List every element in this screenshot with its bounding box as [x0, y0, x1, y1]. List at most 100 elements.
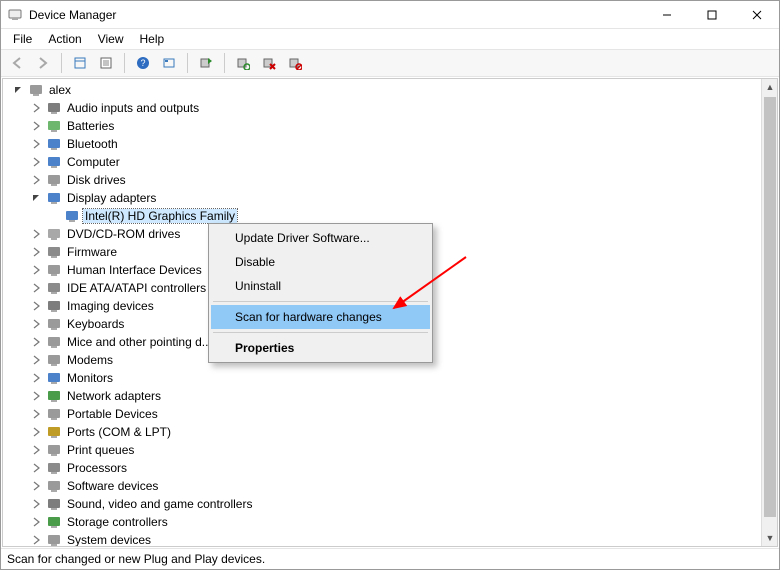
expand-icon[interactable]: [29, 263, 43, 277]
bluetooth-icon: [46, 136, 62, 152]
tree-node-label: Print queues: [65, 443, 136, 457]
context-menu: Update Driver Software...DisableUninstal…: [208, 223, 433, 363]
tree-node-label: Keyboards: [65, 317, 126, 331]
tree-node-label: Processors: [65, 461, 129, 475]
portable-icon: [46, 406, 62, 422]
scroll-thumb[interactable]: [764, 97, 776, 517]
properties-sheet-icon[interactable]: [94, 51, 118, 75]
maximize-button[interactable]: [689, 1, 734, 29]
tree-node[interactable]: Bluetooth: [3, 135, 761, 153]
expand-icon[interactable]: [29, 425, 43, 439]
expand-icon[interactable]: [29, 227, 43, 241]
tree-node-label: Mice and other pointing d...: [65, 335, 214, 349]
tree-node[interactable]: Ports (COM & LPT): [3, 423, 761, 441]
expand-icon[interactable]: [29, 317, 43, 331]
show-hidden-icon[interactable]: [68, 51, 92, 75]
expand-icon: [47, 209, 61, 223]
toolbar-separator: [224, 53, 225, 73]
tree-node[interactable]: System devices: [3, 531, 761, 546]
tree-node[interactable]: Audio inputs and outputs: [3, 99, 761, 117]
collapse-icon[interactable]: [29, 191, 43, 205]
tree-node-label: Imaging devices: [65, 299, 156, 313]
tree-node[interactable]: Storage controllers: [3, 513, 761, 531]
tree-node[interactable]: Network adapters: [3, 387, 761, 405]
collapse-icon[interactable]: [11, 83, 25, 97]
disk-icon: [46, 172, 62, 188]
expand-icon[interactable]: [29, 335, 43, 349]
tree-node-label: Software devices: [65, 479, 160, 493]
device-manager-icon: [7, 7, 23, 23]
context-menu-item[interactable]: Uninstall: [211, 274, 430, 298]
tree-node[interactable]: Display adapters: [3, 189, 761, 207]
tree-node-label: System devices: [65, 533, 153, 546]
expand-icon[interactable]: [29, 119, 43, 133]
scroll-up-button[interactable]: ▲: [763, 79, 777, 95]
expand-icon[interactable]: [29, 173, 43, 187]
menu-view[interactable]: View: [90, 30, 132, 48]
expand-icon[interactable]: [29, 353, 43, 367]
titlebar: Device Manager: [1, 1, 779, 29]
tree-node[interactable]: Computer: [3, 153, 761, 171]
expand-icon[interactable]: [29, 407, 43, 421]
window-title: Device Manager: [29, 8, 644, 22]
system-icon: [46, 532, 62, 546]
mouse-icon: [46, 334, 62, 350]
expand-icon[interactable]: [29, 479, 43, 493]
tree-node[interactable]: Batteries: [3, 117, 761, 135]
expand-icon[interactable]: [29, 281, 43, 295]
help-icon[interactable]: ?: [131, 51, 155, 75]
tree-node[interactable]: Software devices: [3, 477, 761, 495]
keyboard-icon: [46, 316, 62, 332]
tree-node[interactable]: alex: [3, 81, 761, 99]
expand-icon[interactable]: [29, 371, 43, 385]
context-menu-item[interactable]: Update Driver Software...: [211, 226, 430, 250]
menubar: File Action View Help: [1, 29, 779, 49]
tree-node[interactable]: Sound, video and game controllers: [3, 495, 761, 513]
battery-icon: [46, 118, 62, 134]
expand-icon[interactable]: [29, 245, 43, 259]
expand-icon[interactable]: [29, 155, 43, 169]
tree-node[interactable]: Processors: [3, 459, 761, 477]
vertical-scrollbar[interactable]: ▲ ▼: [761, 79, 777, 546]
expand-icon[interactable]: [29, 443, 43, 457]
tree-node-label: Ports (COM & LPT): [65, 425, 173, 439]
sound-icon: [46, 496, 62, 512]
close-button[interactable]: [734, 1, 779, 29]
expand-icon[interactable]: [29, 461, 43, 475]
tree-node[interactable]: Monitors: [3, 369, 761, 387]
imaging-icon: [46, 298, 62, 314]
tree-node[interactable]: Print queues: [3, 441, 761, 459]
expand-icon[interactable]: [29, 101, 43, 115]
back-icon: [5, 51, 29, 75]
context-menu-item[interactable]: Disable: [211, 250, 430, 274]
storage-icon: [46, 514, 62, 530]
context-menu-item[interactable]: Properties: [211, 336, 430, 360]
tree-node-label: DVD/CD-ROM drives: [65, 227, 182, 241]
update-driver-icon[interactable]: [194, 51, 218, 75]
menu-action[interactable]: Action: [40, 30, 89, 48]
expand-icon[interactable]: [29, 137, 43, 151]
expand-icon[interactable]: [29, 533, 43, 546]
disable-device-icon[interactable]: [283, 51, 307, 75]
menu-help[interactable]: Help: [132, 30, 173, 48]
action-icon[interactable]: [157, 51, 181, 75]
expand-icon[interactable]: [29, 389, 43, 403]
tree-node[interactable]: Portable Devices: [3, 405, 761, 423]
scroll-down-button[interactable]: ▼: [763, 530, 777, 546]
menu-file[interactable]: File: [5, 30, 40, 48]
tree-node-label: alex: [47, 83, 73, 97]
expand-icon[interactable]: [29, 299, 43, 313]
expand-icon[interactable]: [29, 497, 43, 511]
tree-node-label: Sound, video and game controllers: [65, 497, 254, 511]
expand-icon[interactable]: [29, 515, 43, 529]
minimize-button[interactable]: [644, 1, 689, 29]
uninstall-icon[interactable]: [257, 51, 281, 75]
tree-node[interactable]: Disk drives: [3, 171, 761, 189]
network-icon: [46, 388, 62, 404]
context-menu-item[interactable]: Scan for hardware changes: [211, 305, 430, 329]
toolbar: ?: [1, 49, 779, 77]
tree-node-label: Portable Devices: [65, 407, 160, 421]
display-icon: [64, 208, 80, 224]
scan-hardware-icon[interactable]: [231, 51, 255, 75]
display-icon: [46, 190, 62, 206]
